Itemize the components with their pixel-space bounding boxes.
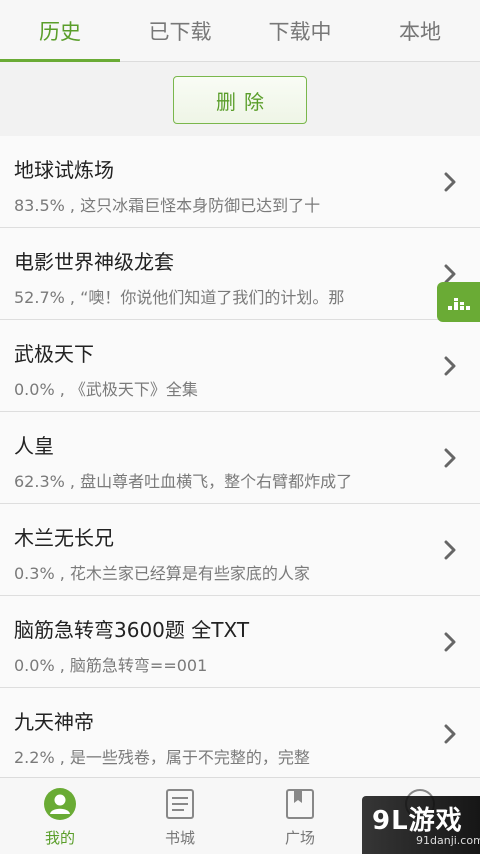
book-progress: 0.0% , 脑筋急转弯==001	[14, 656, 208, 675]
list-item[interactable]: 人皇 62.3% , 盘山尊者吐血横飞，整个右臂都炸成了	[0, 412, 480, 504]
tab-downloading[interactable]: 下载中	[240, 0, 360, 61]
book-title: 脑筋急转弯3600题 全TXT	[14, 618, 250, 642]
watermark-url: 91danji.com	[416, 834, 480, 847]
tab-bar: 历史 已下载 下载中 本地	[0, 0, 480, 62]
equalizer-side-button[interactable]	[437, 282, 480, 322]
tab-local[interactable]: 本地	[360, 0, 480, 61]
book-title: 木兰无长兄	[14, 526, 114, 550]
tab-history[interactable]: 历史	[0, 0, 120, 62]
nav-square[interactable]: 广场	[240, 778, 360, 854]
equalizer-icon	[447, 298, 470, 310]
book-title: 电影世界神级龙套	[14, 250, 174, 274]
tab-history-label: 历史	[39, 19, 81, 44]
book-title: 武极天下	[14, 342, 94, 366]
chevron-right-icon	[444, 632, 456, 652]
chevron-right-icon	[444, 172, 456, 192]
list-item[interactable]: 木兰无长兄 0.3% , 花木兰家已经算是有些家底的人家	[0, 504, 480, 596]
user-icon	[44, 788, 76, 820]
nav-mine-label: 我的	[44, 829, 75, 847]
chevron-right-icon	[444, 448, 456, 468]
chevron-right-icon	[444, 264, 456, 284]
book-title: 九天神帝	[14, 710, 94, 734]
book-progress: 83.5% , 这只冰霜巨怪本身防御已达到了十	[14, 196, 321, 215]
chevron-right-icon	[444, 356, 456, 376]
tab-downloaded-label: 已下载	[148, 19, 212, 44]
bookmark-book-icon	[286, 789, 314, 819]
nav-bookstore-label: 书城	[164, 829, 195, 847]
list-item[interactable]: 九天神帝 2.2% , 是一些残卷，属于不完整的，完整	[0, 688, 480, 780]
watermark-text: 9L游戏	[372, 806, 463, 836]
book-title: 地球试炼场	[14, 158, 114, 182]
delete-bar: 删除	[0, 62, 480, 136]
history-list: 地球试炼场 83.5% , 这只冰霜巨怪本身防御已达到了十 电影世界神级龙套 5…	[0, 136, 480, 780]
document-icon	[166, 789, 194, 819]
book-progress: 0.0% , 《武极天下》全集	[14, 380, 198, 399]
list-item[interactable]: 脑筋急转弯3600题 全TXT 0.0% , 脑筋急转弯==001	[0, 596, 480, 688]
nav-bookstore[interactable]: 书城	[120, 778, 240, 854]
book-progress: 62.3% , 盘山尊者吐血横飞，整个右臂都炸成了	[14, 472, 353, 491]
delete-button[interactable]: 删除	[173, 76, 307, 124]
book-progress: 52.7% , “噢！你说他们知道了我们的计划。那	[14, 288, 345, 307]
list-item[interactable]: 电影世界神级龙套 52.7% , “噢！你说他们知道了我们的计划。那	[0, 228, 480, 320]
tab-local-label: 本地	[399, 19, 441, 44]
tab-downloaded[interactable]: 已下载	[120, 0, 240, 61]
chevron-right-icon	[444, 724, 456, 744]
book-progress: 0.3% , 花木兰家已经算是有些家底的人家	[14, 564, 310, 583]
tab-downloading-label: 下载中	[268, 19, 332, 44]
nav-square-label: 广场	[284, 829, 315, 847]
watermark-logo: 9L游戏 91danji.com	[362, 796, 480, 854]
chevron-right-icon	[444, 540, 456, 560]
list-item[interactable]: 武极天下 0.0% , 《武极天下》全集	[0, 320, 480, 412]
list-item[interactable]: 地球试炼场 83.5% , 这只冰霜巨怪本身防御已达到了十	[0, 136, 480, 228]
book-progress: 2.2% , 是一些残卷，属于不完整的，完整	[14, 748, 310, 767]
nav-mine[interactable]: 我的	[0, 778, 120, 854]
book-title: 人皇	[14, 434, 54, 458]
